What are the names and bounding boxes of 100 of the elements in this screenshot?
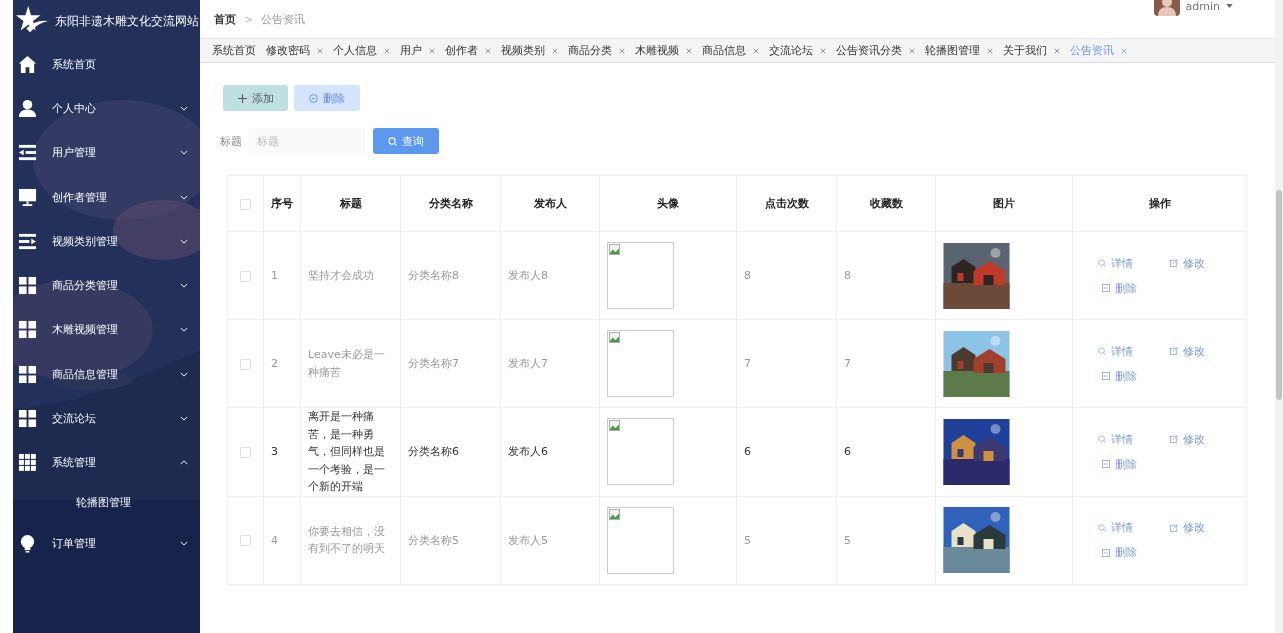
checkbox[interactable] xyxy=(240,358,251,370)
tab[interactable]: 商品分类 xyxy=(568,43,635,58)
close-icon[interactable] xyxy=(1054,47,1060,54)
table-cell: 6 xyxy=(844,445,851,459)
tab[interactable]: 创作者 xyxy=(445,43,501,58)
column-header: 序号 xyxy=(263,175,301,232)
broken-image-icon xyxy=(609,244,620,255)
monitor-icon xyxy=(18,187,37,207)
search-icon xyxy=(1098,259,1106,267)
close-icon[interactable] xyxy=(753,47,759,54)
tab[interactable]: 视频类别 xyxy=(501,43,568,58)
scrollbar[interactable] xyxy=(1275,0,1283,633)
tab[interactable]: 商品信息 xyxy=(702,43,769,58)
menu-item[interactable]: 系统首页 xyxy=(13,42,200,87)
close-icon[interactable] xyxy=(485,47,491,54)
tab[interactable]: 交流论坛 xyxy=(769,43,836,58)
table-cell: 发布人6 xyxy=(508,445,548,459)
tab[interactable]: 木雕视频 xyxy=(635,43,702,58)
edit-icon xyxy=(1170,259,1178,267)
table-cell: 发布人8 xyxy=(508,269,548,282)
table-cell: 分类名称7 xyxy=(408,357,459,370)
checkbox[interactable] xyxy=(240,198,251,210)
plus-icon xyxy=(237,93,247,103)
checkbox[interactable] xyxy=(240,447,251,458)
close-icon[interactable] xyxy=(909,47,915,54)
table-cell: 分类名称5 xyxy=(408,533,459,547)
menu-item[interactable]: 商品信息管理 xyxy=(13,352,200,397)
menu-item[interactable]: 系统管理 xyxy=(13,440,200,485)
menu-item[interactable]: 创作者管理 xyxy=(13,174,200,220)
minus-circle-icon xyxy=(309,93,318,103)
close-icon[interactable] xyxy=(987,47,993,54)
tab[interactable]: 轮播图管理 xyxy=(925,43,1003,58)
table-cell: 5 xyxy=(844,533,851,547)
avatar-icon[interactable] xyxy=(1153,0,1180,16)
menu-item[interactable]: 用户管理 xyxy=(13,130,200,175)
tab[interactable]: 用户 xyxy=(400,43,445,58)
chevron-icon xyxy=(180,371,188,377)
chevron-icon xyxy=(180,416,188,421)
menu-item[interactable]: 木雕视频管理 xyxy=(13,307,200,353)
table-cell: 7 xyxy=(844,357,851,370)
tab[interactable]: 修改密码 xyxy=(266,43,333,58)
edit-icon xyxy=(1170,347,1178,355)
close-icon[interactable] xyxy=(820,47,826,54)
chevron-icon xyxy=(180,150,188,156)
user-name[interactable]: admin xyxy=(1185,0,1220,13)
broken-image-icon xyxy=(609,420,620,432)
list-arrow-icon xyxy=(18,231,37,251)
breadcrumb-separator: > xyxy=(244,12,254,26)
table-cell: 分类名称8 xyxy=(408,269,459,282)
table-cell: 6 xyxy=(744,445,751,459)
minus-square-icon xyxy=(1102,372,1110,380)
tab[interactable]: 公告资讯分类 xyxy=(836,43,925,58)
column-header: 标题 xyxy=(300,175,401,232)
table-cell: 8 xyxy=(844,269,851,282)
column-header: 收藏数 xyxy=(836,175,936,232)
table-cell: 8 xyxy=(744,269,751,282)
column-header: 头像 xyxy=(599,175,737,232)
tab[interactable]: 系统首页 xyxy=(212,43,266,58)
indent-list-icon xyxy=(18,143,37,163)
tab[interactable]: 关于我们 xyxy=(1003,43,1070,58)
chevron-icon xyxy=(180,460,188,466)
menu-item[interactable]: 个人中心 xyxy=(13,86,200,131)
site-title: 东阳非遗木雕文化交流网站 xyxy=(55,13,199,29)
bulb-icon xyxy=(18,533,37,553)
table-cell: 发布人5 xyxy=(508,533,548,547)
table-cell: 5 xyxy=(744,533,751,547)
close-icon[interactable] xyxy=(1121,47,1127,54)
minus-square-icon xyxy=(1102,460,1110,469)
chevron-icon xyxy=(180,194,188,200)
broken-image-icon xyxy=(609,508,620,520)
checkbox[interactable] xyxy=(240,535,251,547)
close-icon[interactable] xyxy=(429,47,435,54)
menu-item[interactable]: 交流论坛 xyxy=(13,396,200,441)
submenu-item[interactable]: 轮播图管理 xyxy=(13,484,200,521)
table-cell-text: 坚持才会成功 xyxy=(308,267,375,284)
grid-icon xyxy=(18,364,37,384)
add-button[interactable]: 添加 xyxy=(223,85,288,111)
checkbox[interactable] xyxy=(240,270,251,282)
menu-item[interactable]: 商品分类管理 xyxy=(13,263,200,308)
chevron-icon xyxy=(180,540,188,546)
close-icon[interactable] xyxy=(317,47,323,54)
chevron-icon xyxy=(180,327,188,333)
close-icon[interactable] xyxy=(686,47,692,54)
breadcrumb-item: 公告资讯 xyxy=(261,11,306,27)
search-icon xyxy=(1098,347,1106,355)
close-icon[interactable] xyxy=(384,47,390,54)
caret-icon[interactable] xyxy=(1226,4,1233,8)
close-icon[interactable] xyxy=(619,47,625,54)
tab[interactable]: 个人信息 xyxy=(333,43,400,58)
close-icon[interactable] xyxy=(552,47,558,54)
menu-item[interactable]: 视频类别管理 xyxy=(13,219,200,264)
search-icon xyxy=(388,136,397,146)
table-cell-text: Leave未必是一种痛苦 xyxy=(308,346,386,381)
edit-icon xyxy=(1170,435,1178,444)
table-cell: 7 xyxy=(744,357,751,370)
chevron-icon xyxy=(180,105,188,111)
table-cell-text: 离开是一种痛苦，是一种勇气，但同样也是一个考验，是一个新的开端 xyxy=(308,409,386,496)
grid-icon xyxy=(18,409,37,428)
breadcrumb-item[interactable]: 首页 xyxy=(214,11,236,27)
table-cell: 1 xyxy=(271,269,278,282)
